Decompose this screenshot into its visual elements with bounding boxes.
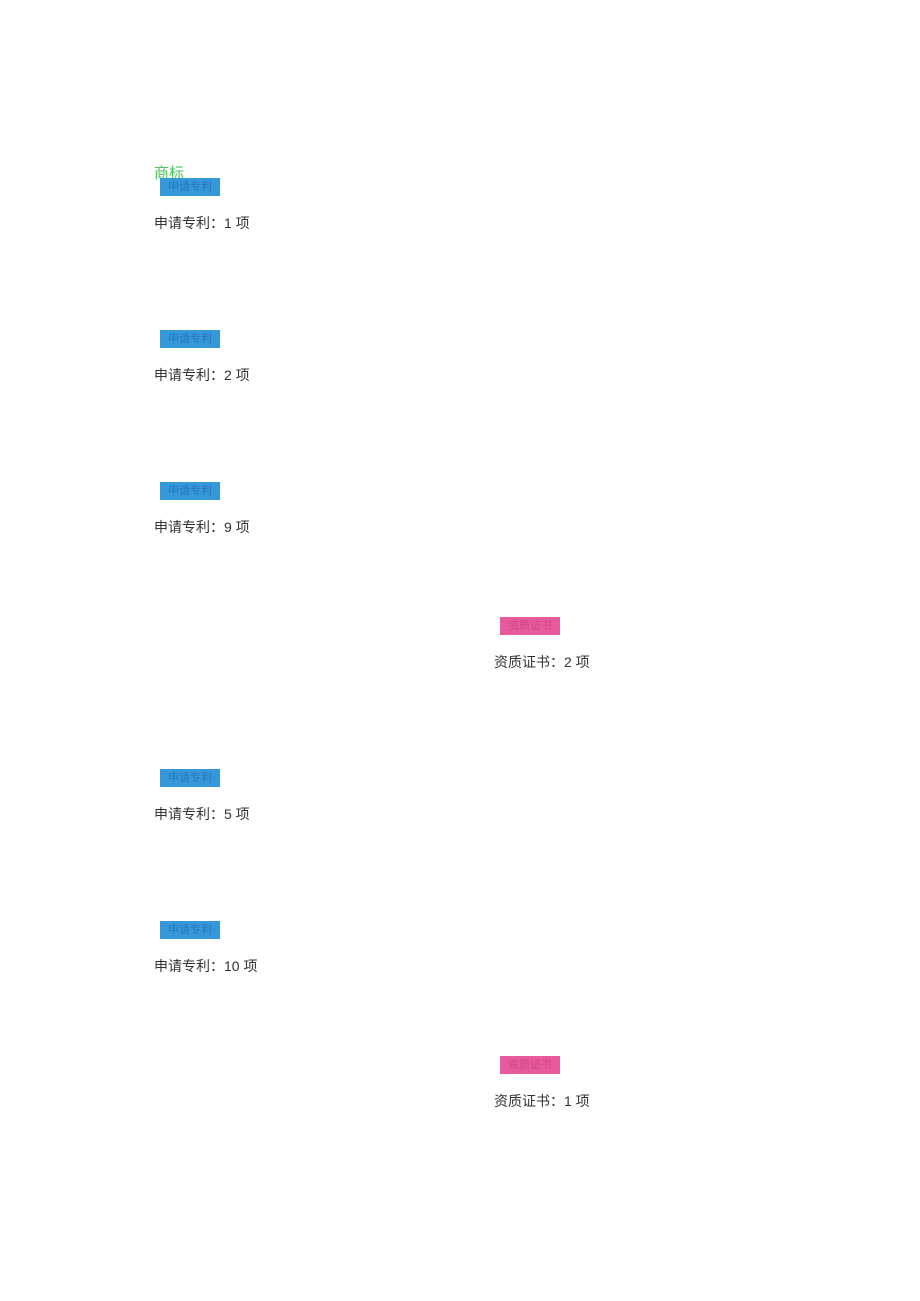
patent-text-5: 申请专利：10 项 bbox=[154, 956, 264, 976]
cert-tag-2: 资质证书 bbox=[500, 1056, 560, 1074]
patent-text-2: 申请专利：2 项 bbox=[154, 365, 254, 385]
patent-text-1: 申请专利：1 项 bbox=[154, 213, 254, 233]
patent-text-3: 申请专利：9 项 bbox=[154, 517, 254, 537]
patent-tag-4: 申请专利 bbox=[160, 769, 220, 787]
cert-text-2: 资质证书：1 项 bbox=[494, 1091, 590, 1111]
patent-tag-5: 申请专利 bbox=[160, 921, 220, 939]
patent-tag-1: 申请专利 bbox=[160, 178, 220, 196]
cert-text-1: 资质证书：2 项 bbox=[494, 652, 590, 672]
patent-text-4: 申请专利：5 项 bbox=[154, 804, 254, 824]
cert-tag-1: 资质证书 bbox=[500, 617, 560, 635]
patent-tag-2: 申请专利 bbox=[160, 330, 220, 348]
patent-tag-3: 申请专利 bbox=[160, 482, 220, 500]
